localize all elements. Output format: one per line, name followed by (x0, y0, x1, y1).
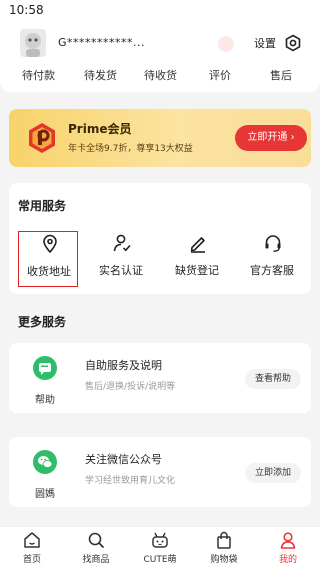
prime-subscribe-button[interactable]: 立即开通 › (235, 125, 307, 151)
more-item-title: 自助服务及说明 (85, 359, 162, 372)
user-header: G***********... 设置 (0, 22, 320, 62)
order-status-row: 待付款 待发货 待收货 评价 售后 (0, 62, 320, 92)
more-item-self-service[interactable]: 帮助 自助服务及说明 售后/退换/投诉/说明等 查看帮助 (9, 343, 311, 413)
order-pending-payment[interactable]: 待付款 (22, 67, 55, 83)
add-now-button[interactable]: 立即添加 (245, 463, 301, 483)
more-services-title: 更多服务 (18, 315, 67, 329)
tab-label: 我的 (278, 555, 297, 565)
tab-label: CUTE萌 (143, 555, 177, 565)
order-review[interactable]: 评价 (209, 67, 231, 83)
order-pending-shipment[interactable]: 待发货 (84, 67, 117, 83)
tab-shopping-bag[interactable]: 购物袋 (196, 530, 252, 568)
tab-home[interactable]: 首页 (4, 530, 60, 568)
service-label: 缺货登记 (175, 264, 219, 277)
tab-label: 找商品 (82, 555, 110, 565)
more-item-title: 关注微信公众号 (85, 453, 162, 466)
settings-link[interactable]: 设置 (254, 35, 276, 51)
more-item-wechat-follow[interactable]: 圆媽 关注微信公众号 学习经世致用育儿文化 立即添加 (9, 437, 311, 507)
robot-icon (150, 530, 170, 550)
headset-icon (263, 233, 283, 253)
common-services-title: 常用服务 (18, 199, 67, 213)
service-out-of-stock-registration[interactable]: 缺货登记 (167, 231, 227, 287)
location-pin-icon (40, 234, 60, 254)
avatar[interactable] (20, 29, 46, 57)
prime-description: 年卡全场9.7折，尊享13大权益 (68, 144, 193, 154)
order-pending-receipt[interactable]: 待收货 (144, 67, 177, 83)
status-bar: 10:58 (0, 0, 320, 22)
more-item-badge-label: 帮助 (35, 395, 55, 406)
tab-cute[interactable]: CUTE萌 (132, 530, 188, 568)
search-icon (86, 530, 106, 550)
bottom-tab-bar: 首页 找商品 CUTE萌 购物袋 我的 (0, 526, 320, 568)
help-icon (33, 356, 57, 380)
shopping-bag-icon (214, 530, 234, 550)
service-customer-support[interactable]: 官方客服 (242, 231, 302, 287)
prime-banner[interactable]: Prime会员 年卡全场9.7折，尊享13大权益 立即开通 › (9, 109, 311, 167)
service-identity-verification[interactable]: 实名认证 (91, 231, 151, 287)
more-item-subtitle: 学习经世致用育儿文化 (85, 476, 176, 486)
more-item-badge-label: 圆媽 (35, 489, 55, 500)
home-icon (22, 530, 42, 550)
message-badge[interactable] (218, 36, 234, 52)
status-time: 10:58 (9, 3, 44, 17)
settings-icon[interactable] (284, 34, 302, 52)
view-help-button[interactable]: 查看帮助 (245, 369, 301, 389)
prime-logo-icon (26, 122, 58, 154)
pencil-icon (188, 233, 208, 253)
profile-icon (278, 530, 298, 550)
more-item-subtitle: 售后/退换/投诉/说明等 (85, 382, 176, 392)
order-after-sales[interactable]: 售后 (270, 67, 292, 83)
service-label: 实名认证 (99, 264, 143, 277)
wechat-icon (33, 450, 57, 474)
service-label: 官方客服 (250, 264, 294, 277)
tab-search-products[interactable]: 找商品 (68, 530, 124, 568)
tab-label: 首页 (22, 555, 41, 565)
user-check-icon (112, 233, 132, 253)
prime-title: Prime会员 (68, 122, 132, 136)
service-label: 收货地址 (27, 265, 71, 278)
username: G***********... (58, 36, 146, 49)
common-services-card: 常用服务 收货地址 实名认证 缺货登记 官方客服 (9, 183, 311, 294)
service-shipping-address[interactable]: 收货地址 (18, 231, 78, 287)
tab-my-profile[interactable]: 我的 (260, 530, 316, 568)
tab-label: 购物袋 (210, 555, 238, 565)
